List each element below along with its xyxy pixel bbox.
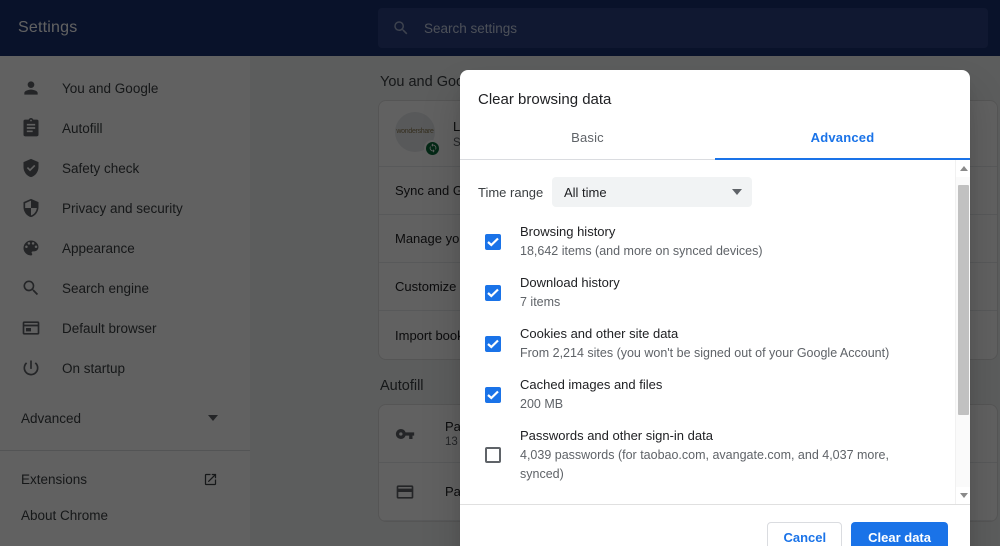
option-subtitle: 4,039 passwords (for taobao.com, avangat…	[520, 448, 889, 481]
screen: Settings Search settings You and Google …	[0, 0, 1000, 546]
data-type-options: Browsing history 18,642 items (and more …	[460, 207, 955, 496]
checkbox-browsing-history[interactable]	[485, 233, 501, 250]
tab-label: Advanced	[810, 129, 875, 145]
checkbox-download-history[interactable]	[485, 284, 501, 301]
triangle-down-icon	[959, 493, 968, 498]
clear-browsing-data-dialog: Clear browsing data Basic Advanced Time …	[460, 70, 970, 546]
cancel-button[interactable]: Cancel	[767, 521, 843, 546]
time-range-value: All time	[564, 184, 607, 200]
option-title: Passwords and other sign-in data	[520, 428, 713, 443]
checkbox-passwords-and-signin-data[interactable]	[485, 447, 501, 463]
dialog-scroll-area: Time range All time Browsing history 18,	[460, 160, 955, 504]
clear-data-button[interactable]: Clear data	[851, 521, 948, 546]
checkbox-cached-images-and-files[interactable]	[485, 386, 501, 403]
tab-label: Basic	[571, 129, 604, 145]
option-subtitle: 7 items	[520, 295, 561, 309]
option-subtitle: 18,642 items (and more on synced devices…	[520, 244, 763, 258]
dialog-footer: Cancel Clear data	[460, 504, 970, 546]
time-range-row: Time range All time	[460, 160, 955, 207]
option-title: Download history	[520, 275, 620, 290]
scroll-down-button[interactable]	[956, 487, 970, 504]
dialog-title: Clear browsing data	[478, 91, 612, 108]
option-download-history[interactable]: Download history 7 items	[460, 267, 955, 318]
dialog-body: Time range All time Browsing history 18,	[460, 160, 970, 504]
option-browsing-history[interactable]: Browsing history 18,642 items (and more …	[460, 216, 955, 267]
scroll-up-button[interactable]	[956, 160, 970, 177]
option-passwords-and-signin-data[interactable]: Passwords and other sign-in data 4,039 p…	[460, 420, 955, 490]
time-range-label: Time range	[478, 184, 544, 200]
option-title: Browsing history	[520, 224, 616, 239]
dialog-scrollbar[interactable]	[955, 160, 970, 504]
scrollbar-thumb[interactable]	[958, 185, 969, 415]
option-subtitle: 200 MB	[520, 397, 564, 411]
option-subtitle: From 2,214 sites (you won't be signed ou…	[520, 346, 890, 360]
time-range-select[interactable]: All time	[552, 177, 752, 207]
option-cached-images-and-files[interactable]: Cached images and files 200 MB	[460, 369, 955, 420]
scrollbar-track[interactable]	[956, 177, 970, 487]
checkbox-cookies-and-site-data[interactable]	[485, 335, 501, 352]
tab-basic[interactable]: Basic	[460, 115, 715, 159]
option-title: Cookies and other site data	[520, 326, 679, 341]
chevron-down-icon	[732, 189, 742, 195]
tab-advanced[interactable]: Advanced	[715, 115, 970, 160]
triangle-up-icon	[959, 166, 968, 171]
option-cookies-and-site-data[interactable]: Cookies and other site data From 2,214 s…	[460, 318, 955, 369]
option-title: Cached images and files	[520, 377, 663, 392]
dialog-tabs: Basic Advanced	[460, 115, 970, 160]
